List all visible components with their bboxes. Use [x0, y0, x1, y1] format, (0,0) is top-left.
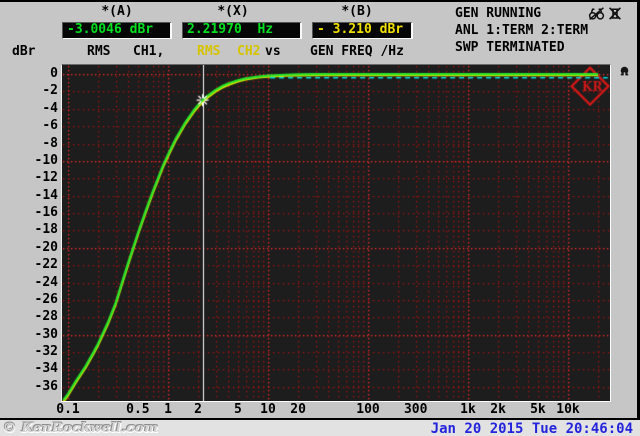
x-tick-label: 0.5	[126, 402, 150, 417]
x-tick-label: 0.1	[56, 402, 80, 417]
x-tick-label: 5k	[530, 402, 546, 417]
side-marker-icon[interactable]	[619, 66, 630, 77]
y-tick-label: -20	[34, 239, 58, 255]
x-tick-label: 2	[194, 402, 203, 417]
y-tick-label: -14	[34, 187, 58, 203]
watermark: © KenRockwell.com	[3, 421, 159, 436]
y-tick-label: -26	[34, 291, 58, 307]
y-tick-label: -8	[42, 135, 58, 151]
x-tick-label: 2k	[490, 402, 506, 417]
y-tick-label: -10	[34, 152, 58, 168]
speaker-muted-icon[interactable]	[607, 6, 623, 21]
readout-a-value: -3.0046 dBr	[62, 22, 172, 39]
y-tick-label: -22	[34, 257, 58, 273]
ch1-measure-label: RMS	[87, 44, 111, 59]
x-tick-label: 10k	[556, 402, 580, 417]
plot-panel	[61, 64, 611, 402]
y-tick-label: -36	[34, 378, 58, 394]
sweep-status: SWP TERMINATED	[455, 40, 565, 55]
x-tick-label: 1k	[460, 402, 476, 417]
ch2-measure-label: RMS	[197, 44, 221, 59]
readout-b-value: - 3.210 dBr	[312, 22, 413, 39]
monitor-muted-icon[interactable]	[588, 6, 605, 21]
analyzer-status: ANL 1:TERM 2:TERM	[455, 23, 589, 38]
x-tick-label: 1	[164, 402, 172, 417]
ch1-name-label: CH1,	[133, 44, 165, 59]
y-axis-unit-label: dBr	[12, 44, 36, 59]
y-tick-label: -6	[42, 118, 58, 134]
readout-x-label: *(X)	[217, 4, 249, 19]
y-tick-label: -28	[34, 309, 58, 325]
readout-b-label: *(B)	[341, 4, 373, 19]
readout-x-value: 2.21970 Hz	[182, 22, 302, 39]
x-tick-label: 100	[356, 402, 380, 417]
y-tick-label: -16	[34, 205, 58, 221]
x-tick-label: 300	[403, 402, 428, 417]
y-tick-label: 0	[50, 66, 58, 82]
plot-canvas[interactable]	[62, 65, 610, 401]
x-tick-label: 5	[233, 402, 242, 417]
y-tick-label: -12	[34, 170, 58, 186]
vs-label: vs	[265, 44, 281, 59]
y-tick-label: -18	[34, 222, 58, 238]
readout-a-label: *(A)	[101, 4, 133, 19]
generator-status: GEN RUNNING	[455, 6, 542, 21]
x-axis-name-label: GEN FREQ /Hz	[310, 44, 404, 59]
analyzer-panel: *(A) *(X) *(B) -3.0046 dBr 2.21970 Hz - …	[0, 0, 640, 436]
datetime: Jan 20 2015 Tue 20:46:04	[430, 421, 633, 436]
y-tick-label: -34	[34, 361, 58, 377]
ch2-name-label: CH2	[237, 44, 261, 59]
y-tick-label: -2	[42, 83, 58, 99]
y-tick-label: -32	[34, 344, 58, 360]
y-tick-label: -30	[34, 326, 58, 342]
x-tick-label: 10	[260, 402, 276, 417]
x-tick-label: 20	[290, 402, 306, 417]
y-tick-label: -4	[42, 100, 58, 116]
window-border-top	[0, 0, 640, 2]
y-tick-label: -24	[34, 274, 58, 290]
